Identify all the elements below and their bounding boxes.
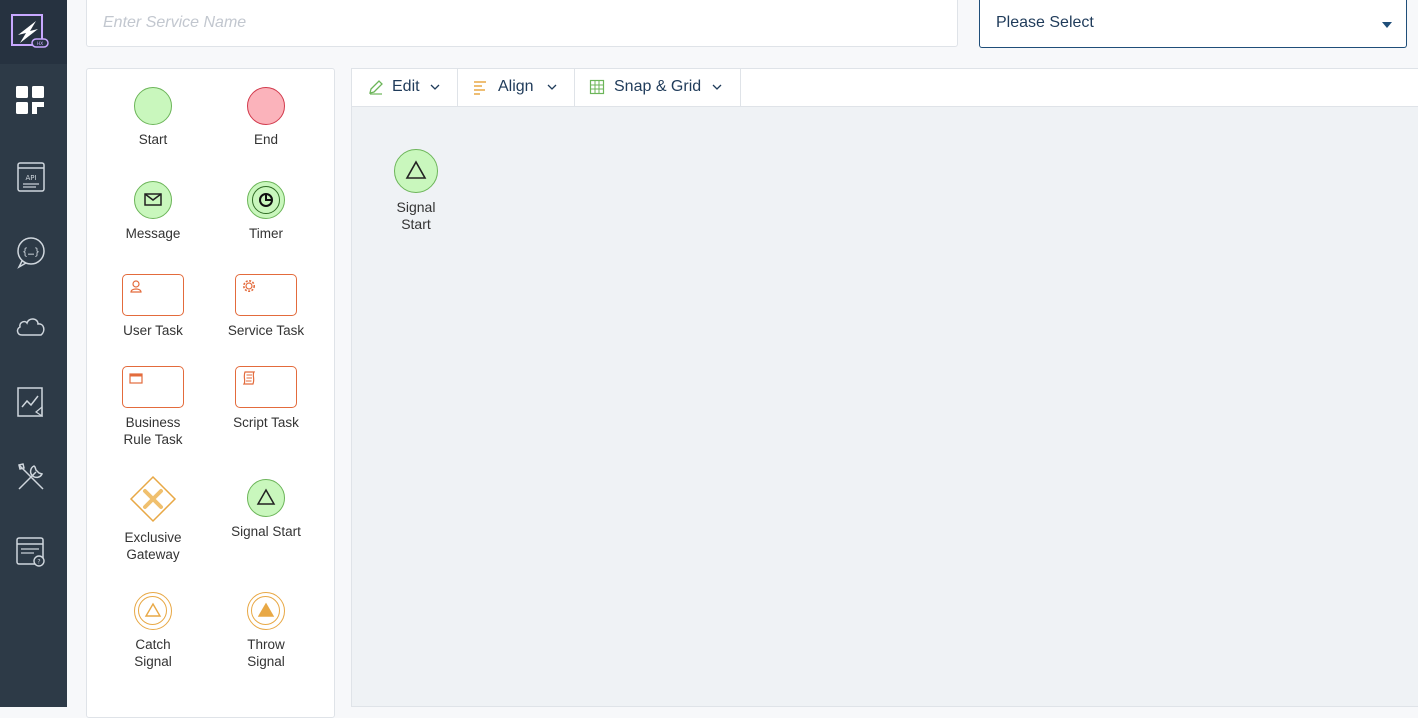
dashboard-icon[interactable] xyxy=(14,84,48,118)
palette-item-signal-start[interactable]: Signal Start xyxy=(211,479,321,540)
api-icon[interactable]: API xyxy=(14,160,48,194)
exclusive-gateway-icon xyxy=(129,475,177,523)
signal-start-icon xyxy=(247,479,285,517)
snap-grid-label: Snap & Grid xyxy=(614,78,702,95)
palette-label: Catch Signal xyxy=(134,637,172,669)
palette-item-business-rule-task[interactable]: Business Rule Task xyxy=(98,366,208,448)
align-icon xyxy=(474,81,486,95)
caret-down-icon xyxy=(1382,22,1392,28)
canvas-node-signal-start[interactable]: Signal Start xyxy=(376,149,456,233)
chevron-down-icon xyxy=(712,84,722,90)
logo-area[interactable]: HX xyxy=(0,0,67,64)
catch-signal-icon xyxy=(134,592,172,630)
palette-item-exclusive-gateway[interactable]: Exclusive Gateway xyxy=(98,475,208,563)
palette-label: Service Task xyxy=(227,323,305,338)
palette-label: Signal Start xyxy=(231,524,301,539)
node-label: Signal Start xyxy=(396,199,436,232)
analytics-icon[interactable] xyxy=(14,385,48,419)
palette-item-message[interactable]: Message xyxy=(98,181,208,242)
svg-text:API: API xyxy=(25,174,36,182)
palette-label: Business Rule Task xyxy=(123,415,183,447)
diagram-editor: Edit Align Snap & Grid Signal Start xyxy=(351,68,1418,707)
tools-icon[interactable] xyxy=(14,460,48,494)
service-task-icon xyxy=(235,274,297,316)
grid-icon xyxy=(589,79,605,95)
palette-item-script-task[interactable]: Script Task xyxy=(211,366,321,431)
settings-form-icon[interactable]: ? xyxy=(14,535,48,569)
element-palette: Start End Message Timer User Task Servic… xyxy=(86,68,335,718)
start-event-icon xyxy=(134,87,172,125)
service-type-select[interactable]: Please Select xyxy=(979,0,1407,48)
script-task-icon xyxy=(235,366,297,408)
app-logo-icon: HX xyxy=(11,14,49,48)
pencil-icon xyxy=(369,80,383,95)
palette-item-user-task[interactable]: User Task xyxy=(98,274,208,339)
service-name-input[interactable] xyxy=(86,0,958,47)
select-value: Please Select xyxy=(996,14,1094,31)
align-menu-button[interactable]: Align xyxy=(458,69,575,106)
chat-code-icon[interactable]: {…} xyxy=(14,235,48,269)
nav-rail: HX API {…} ? xyxy=(0,0,67,707)
timer-event-icon xyxy=(247,181,285,219)
palette-label: Exclusive Gateway xyxy=(124,530,182,562)
signal-start-icon xyxy=(394,149,438,193)
palette-label: Script Task xyxy=(233,415,299,430)
chevron-down-icon xyxy=(430,84,440,90)
svg-text:HX: HX xyxy=(37,41,43,47)
palette-label: Message xyxy=(125,226,181,241)
edit-menu-button[interactable]: Edit xyxy=(352,69,458,106)
palette-item-service-task[interactable]: Service Task xyxy=(211,274,321,339)
chevron-down-icon xyxy=(547,84,557,90)
svg-text:?: ? xyxy=(37,559,40,566)
message-event-icon xyxy=(134,181,172,219)
svg-text:{…}: {…} xyxy=(22,247,40,258)
editor-toolbar: Edit Align Snap & Grid xyxy=(352,69,1418,107)
palette-item-end[interactable]: End xyxy=(211,87,321,148)
palette-label: End xyxy=(253,132,279,147)
palette-item-timer[interactable]: Timer xyxy=(211,181,321,242)
palette-label: User Task xyxy=(123,323,183,338)
business-rule-task-icon xyxy=(122,366,184,408)
throw-signal-icon xyxy=(247,592,285,630)
snap-grid-menu-button[interactable]: Snap & Grid xyxy=(575,69,741,106)
palette-label: Throw Signal xyxy=(247,637,285,669)
edit-label: Edit xyxy=(392,78,420,95)
palette-item-throw-signal[interactable]: Throw Signal xyxy=(211,592,321,670)
user-task-icon xyxy=(122,274,184,316)
palette-label: Timer xyxy=(249,226,283,241)
palette-item-start[interactable]: Start xyxy=(98,87,208,148)
cloud-icon[interactable] xyxy=(14,310,48,344)
palette-label: Start xyxy=(138,132,168,147)
align-label: Align xyxy=(498,78,534,95)
palette-item-catch-signal[interactable]: Catch Signal xyxy=(98,592,208,670)
end-event-icon xyxy=(247,87,285,125)
